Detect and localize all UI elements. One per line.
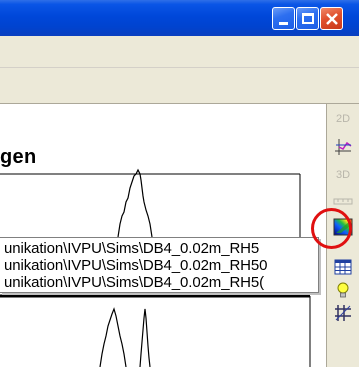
close-button[interactable] [320,7,343,30]
file-list-item[interactable]: unikation\IVPU\Sims\DB4_0.02m_RH5( [4,274,316,291]
3d-view-icon: 3D [335,169,351,181]
minimize-icon [279,22,288,25]
lightbulb-icon [337,282,349,298]
table-button[interactable] [330,256,356,278]
file-list-item[interactable]: unikation\IVPU\Sims\DB4_0.02m_RH5 [4,240,316,257]
2d-view-icon: 2D [335,113,351,125]
close-icon [326,13,338,25]
2d-view-button[interactable]: 2D [330,108,356,130]
lower-peak-trace-2 [139,308,151,367]
maximize-icon [302,13,314,24]
highlight-circle-annotation [311,208,352,249]
lower-peak-trace [99,307,127,367]
chart-axis-button[interactable] [330,136,356,158]
chart-axis-icon [335,139,352,155]
menu-bar [0,36,359,68]
lightbulb-button[interactable] [330,280,356,302]
file-list-popup[interactable]: unikation\IVPU\Sims\DB4_0.02m_RH5 unikat… [0,237,319,293]
maximize-button[interactable] [296,7,319,30]
grid-hatch-button[interactable] [330,302,356,324]
minimize-button[interactable] [272,7,295,30]
3d-view-button[interactable]: 3D [330,164,356,186]
grid-hatch-icon [335,305,351,321]
chart-plot [0,168,311,367]
table-icon [334,259,352,275]
ruler-icon [333,198,353,205]
toolbar-strip [0,68,359,104]
upper-peak-trace [117,168,153,238]
file-list-item[interactable]: unikation\IVPU\Sims\DB4_0.02m_RH50 [4,257,316,274]
window-titlebar[interactable] [0,0,359,36]
chart-canvas[interactable]: gen [0,104,327,367]
